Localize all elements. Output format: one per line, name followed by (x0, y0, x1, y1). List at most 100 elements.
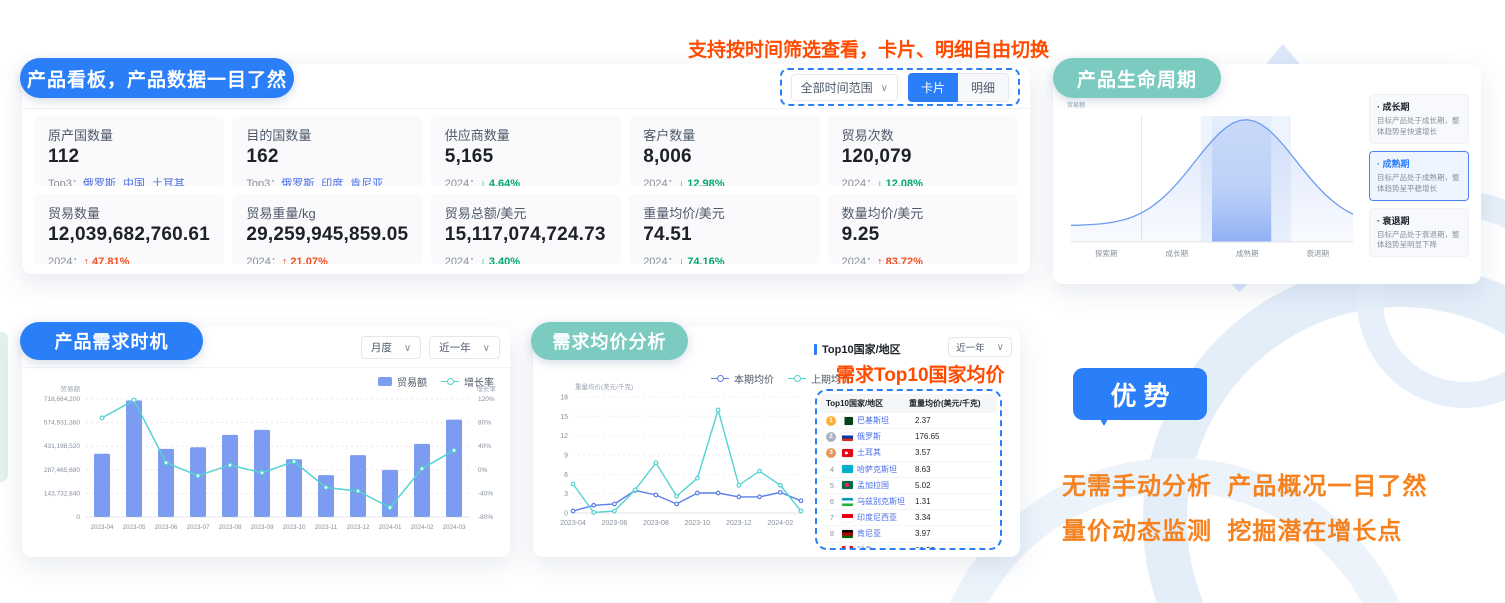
table-row[interactable]: 6 乌兹别克斯坦1.31 (820, 494, 997, 510)
table-row[interactable]: 2俄罗斯176.65 (820, 429, 997, 445)
svg-text:2023-10: 2023-10 (282, 524, 306, 531)
svg-text:40%: 40% (478, 443, 491, 450)
svg-text:重量均价(美元/千克): 重量均价(美元/千克) (575, 382, 633, 391)
metric-value: 74.51 (643, 224, 805, 246)
badge-product-dashboard: 产品看板，产品数据一目了然 (20, 58, 294, 98)
table-row[interactable]: 3土耳其3.57 (820, 445, 997, 461)
metric-card: 重量均价/美元74.512024：↓ 74.16% (629, 194, 819, 264)
badge-lifecycle: 产品生命周期 (1053, 58, 1221, 98)
top3-country-link[interactable]: 中国 (123, 178, 145, 186)
svg-text:143,732,840: 143,732,840 (44, 490, 81, 497)
advantage-text-2: 量价动态监测 挖掘潜在增长点 (1062, 511, 1402, 546)
metric-value: 5,165 (445, 146, 607, 168)
metric-value: 29,259,945,859.05 (246, 224, 408, 246)
metric-sub-prefix: 2024： (48, 256, 83, 264)
table-row[interactable]: 4哈萨克斯坦8.63 (820, 462, 997, 478)
stage-title: · 成长期 (1377, 100, 1461, 113)
top3-country-link[interactable]: 俄罗斯 (281, 178, 314, 186)
table-row[interactable]: 7印度尼西亚3.34 (820, 510, 997, 526)
svg-text:15: 15 (560, 414, 568, 421)
lifecycle-stage-card[interactable]: · 成长期目标产品处于成长期，整体趋势呈快速增长 (1369, 94, 1469, 144)
svg-text:2023-05: 2023-05 (122, 524, 146, 531)
svg-text:12: 12 (560, 433, 568, 440)
country-link[interactable]: 俄罗斯 (857, 431, 915, 442)
metric-value: 120,079 (842, 146, 1004, 168)
metric-label: 贸易重量/kg (246, 203, 408, 222)
detail-view-button[interactable]: 明细 (958, 73, 1009, 102)
country-flag-icon (842, 449, 853, 457)
country-link[interactable]: 巴基斯坦 (857, 415, 915, 426)
metric-value: 12,039,682,760.61 (48, 224, 210, 246)
svg-text:2023-10: 2023-10 (685, 520, 711, 527)
metric-value: 9.25 (842, 224, 1004, 246)
svg-text:-40%: -40% (478, 490, 493, 497)
svg-text:2024-02: 2024-02 (767, 520, 793, 527)
table-row[interactable]: 5孟加拉国5.02 (820, 478, 997, 494)
country-link[interactable]: 肯尼亚 (857, 528, 915, 539)
metric-sub-prefix: 2024： (842, 178, 877, 186)
lifecycle-stage-card[interactable]: · 成熟期目标产品处于成熟期，整体趋势呈平稳增长 (1369, 151, 1469, 201)
country-link[interactable]: 土耳其 (857, 447, 915, 458)
metric-card: 贸易总额/美元15,117,074,724.732024：↓ 3.40% (431, 194, 621, 264)
avg-price-value: 1.31 (915, 497, 991, 506)
svg-text:探索期: 探索期 (1095, 248, 1118, 258)
table-row[interactable]: 1巴基斯坦2.37 (820, 413, 997, 429)
lifecycle-stage-card[interactable]: · 衰退期目标产品处于衰退期，整体趋势呈明显下降 (1369, 208, 1469, 258)
metric-sub: Top3：俄罗斯中国土耳其 (48, 175, 210, 186)
avg-price-value: 60.55 (915, 546, 991, 550)
country-link[interactable]: 印度尼西亚 (857, 512, 915, 523)
metric-label: 供应商数量 (445, 125, 607, 144)
country-flag-icon (842, 546, 853, 550)
country-flag-icon (842, 417, 853, 425)
rank-number: 7 (826, 513, 838, 522)
top10-section-title: Top10国家/地区 (814, 341, 901, 357)
table-range-select[interactable]: 近一年 (948, 337, 1012, 357)
metric-label: 客户数量 (643, 125, 805, 144)
chevron-down-icon (881, 80, 888, 94)
top10-table-body: 1巴基斯坦2.372俄罗斯176.653土耳其3.574哈萨克斯坦8.635孟加… (820, 413, 997, 550)
top3-country-link[interactable]: 肯尼亚 (350, 178, 383, 186)
metric-sub: 2024：↓ 12.08% (842, 175, 1004, 186)
country-flag-icon (842, 530, 853, 538)
range-select[interactable]: 近一年 (429, 336, 500, 359)
country-link[interactable]: 孟加拉国 (857, 480, 915, 491)
svg-text:0: 0 (76, 514, 80, 521)
svg-text:2023-08: 2023-08 (643, 520, 669, 527)
svg-text:2023-08: 2023-08 (218, 524, 242, 531)
svg-text:2023-06: 2023-06 (602, 520, 628, 527)
view-switch: 卡片 明细 (908, 73, 1009, 102)
top3-country-link[interactable]: 印度 (321, 178, 343, 186)
rank-number: 6 (826, 497, 838, 506)
svg-text:120%: 120% (478, 396, 495, 403)
yoy-change-value: ↓ 74.16% (679, 256, 725, 264)
country-link[interactable]: 秘鲁 (857, 545, 915, 550)
metric-sub-prefix: 2024： (643, 256, 678, 264)
metric-sub: 2024：↓ 74.16% (643, 253, 805, 264)
table-row[interactable]: 8肯尼亚3.97 (820, 526, 997, 542)
metric-value: 15,117,074,724.73 (445, 224, 607, 246)
svg-text:6: 6 (564, 472, 568, 479)
metric-sub: 2024：↓ 12.98% (643, 175, 805, 186)
avg-price-value: 3.57 (915, 448, 991, 457)
metric-sub: 2024：↓ 4.64% (445, 175, 607, 186)
svg-text:2024-03: 2024-03 (442, 524, 466, 531)
advantage-badge: 优势 (1073, 368, 1207, 420)
country-link[interactable]: 乌兹别克斯坦 (857, 496, 915, 507)
table-header-row: Top10国家/地区 重量均价(美元/千克) (820, 394, 997, 413)
card-view-button[interactable]: 卡片 (908, 73, 958, 102)
frequency-select[interactable]: 月度 (361, 336, 421, 359)
svg-text:2023-12: 2023-12 (346, 524, 370, 531)
table-row[interactable]: 9秘鲁60.55 (820, 543, 997, 551)
avg-price-value: 3.97 (915, 529, 991, 538)
svg-text:2023-06: 2023-06 (154, 524, 178, 531)
top10-table-highlight-box: Top10国家/地区 重量均价(美元/千克) 1巴基斯坦2.372俄罗斯176.… (815, 389, 1002, 550)
metric-label: 原产国数量 (48, 125, 210, 144)
country-link[interactable]: 哈萨克斯坦 (857, 464, 915, 475)
yoy-change-value: ↑ 21.07% (282, 256, 328, 264)
metric-label: 贸易数量 (48, 203, 210, 222)
time-range-select[interactable]: 全部时间范围 (791, 74, 898, 101)
top3-country-link[interactable]: 俄罗斯 (83, 178, 116, 186)
metric-card: 原产国数量112Top3：俄罗斯中国土耳其 (34, 116, 224, 186)
top3-country-link[interactable]: 土耳其 (152, 178, 185, 186)
demand-timing-panel: 月度 近一年 贸易额 增长率 贸易额增长率0-80%143,732,840-40… (22, 327, 510, 557)
